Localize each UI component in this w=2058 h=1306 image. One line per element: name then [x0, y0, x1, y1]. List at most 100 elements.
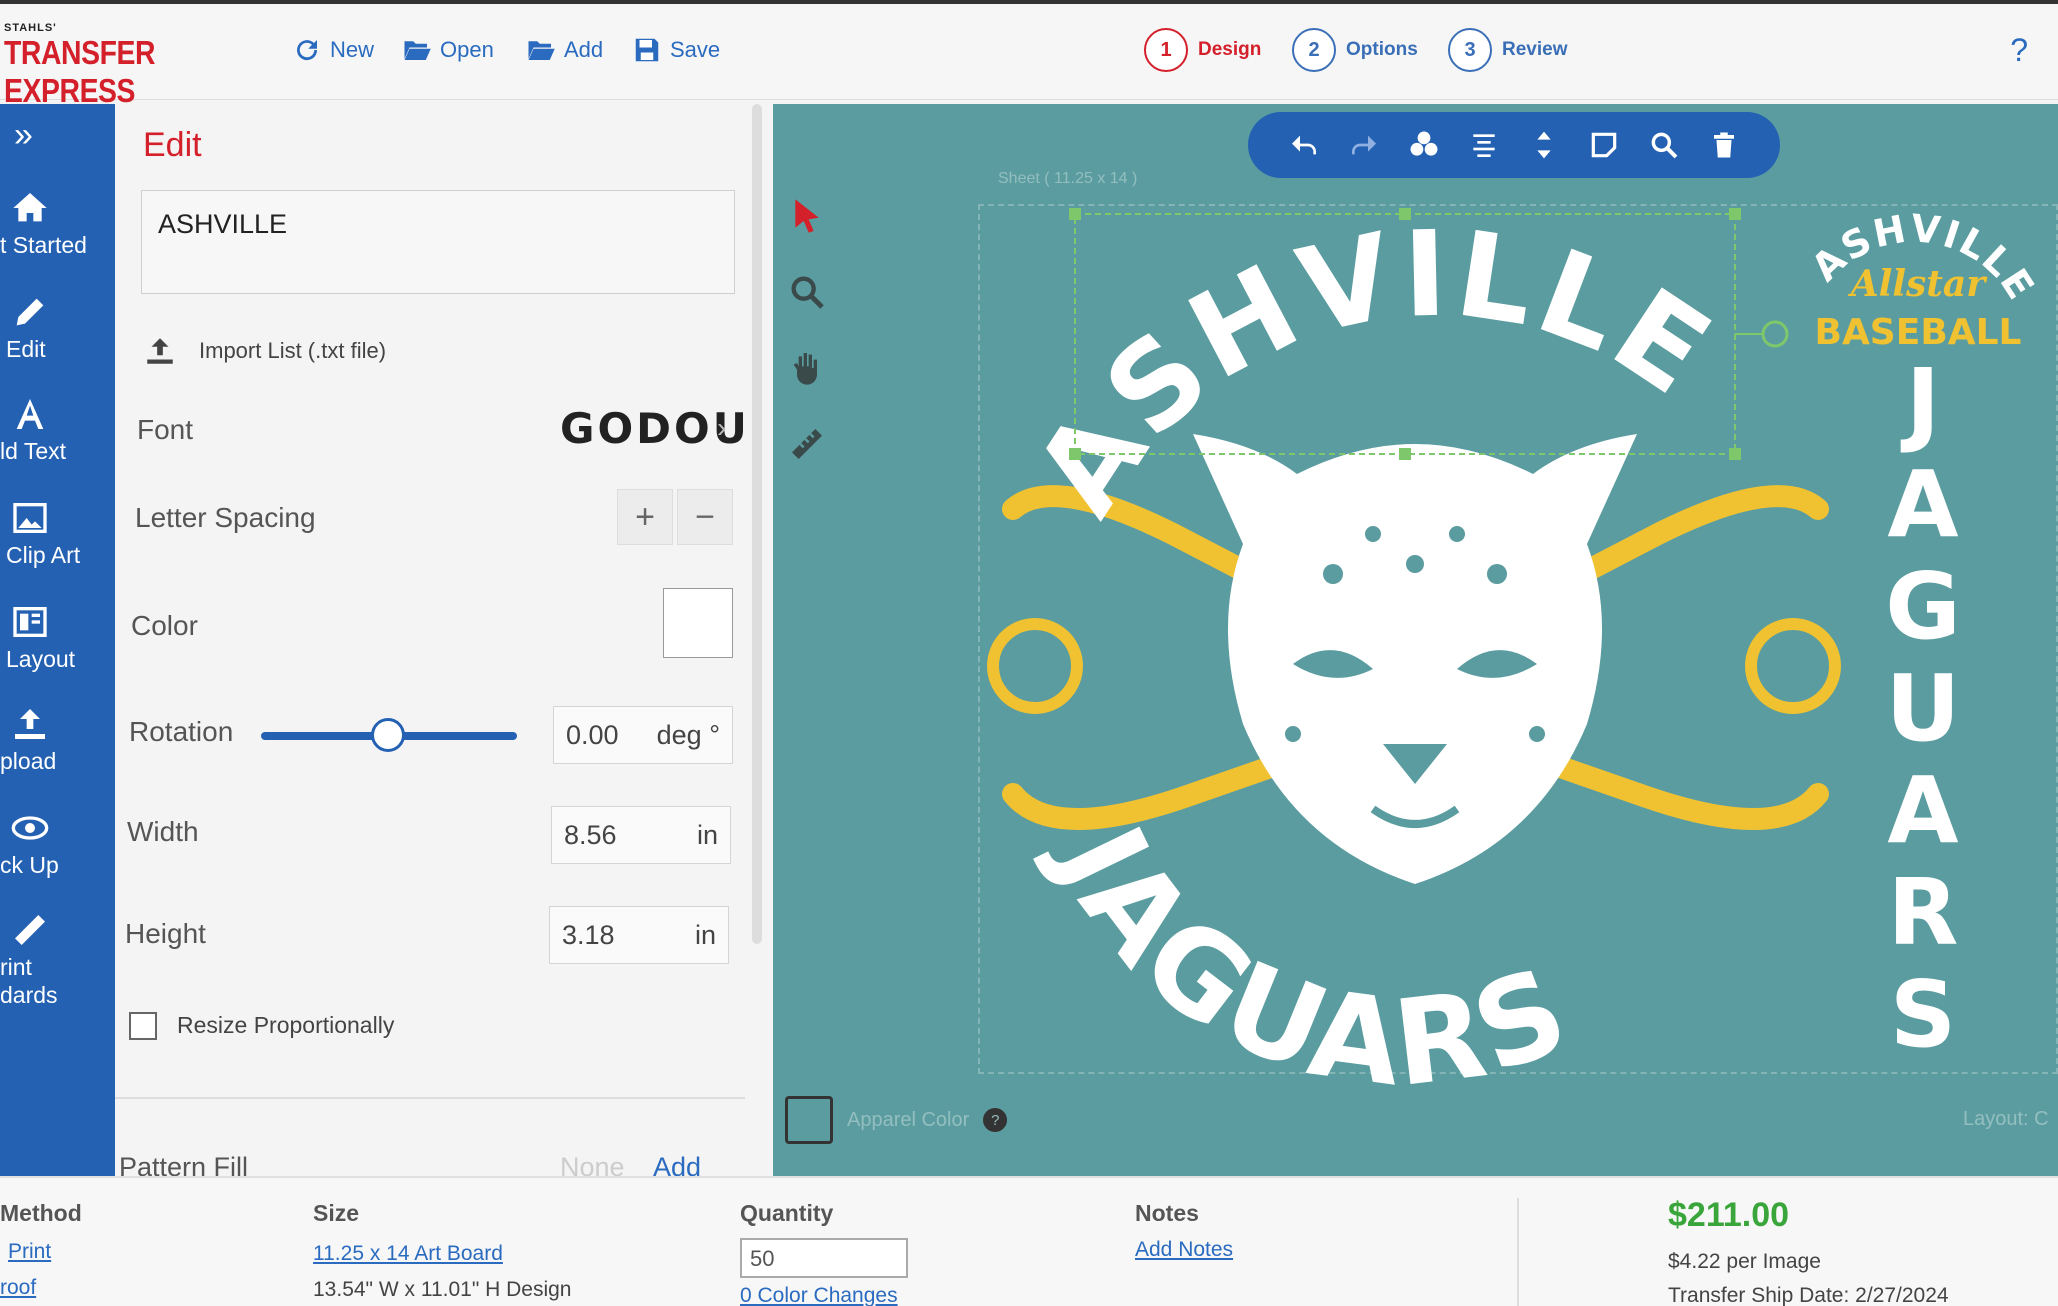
add-notes-link[interactable]: Add Notes [1135, 1238, 1233, 1262]
save-label: Save [670, 37, 721, 62]
color-changes-link[interactable]: 0 Color Changes [740, 1284, 898, 1306]
proof-link[interactable]: roof [0, 1276, 36, 1300]
color-swatch[interactable] [663, 588, 733, 658]
nav-item-label: t Started [0, 232, 87, 258]
step-number: 3 [1448, 28, 1492, 72]
step-label: Options [1346, 39, 1418, 60]
jaguar-head [1193, 434, 1637, 884]
baseball-right [1745, 618, 1841, 714]
nav-item-label: Layout [6, 646, 76, 672]
new-label: New [330, 37, 375, 62]
side-letter: U [1886, 655, 1961, 762]
resize-proportionally-checkbox[interactable] [129, 1012, 157, 1040]
upload-icon [15, 709, 45, 739]
design-canvas[interactable]: Sheet ( 11.25 x 14 ) ASHVILLE JAGUARS AS… [773, 104, 2058, 1176]
height-field[interactable]: 3.18 in [549, 906, 729, 964]
panel-scrollbar[interactable] [752, 104, 762, 944]
font-label: Font [137, 414, 194, 445]
logo-main-text: TRANSFER EXPRESS [4, 34, 219, 113]
nav-item-clip-art[interactable]: Clip Art [0, 484, 115, 584]
top-bar: STAHLS' TRANSFER EXPRESS New Open Add Sa… [0, 0, 2058, 113]
letter-spacing-minus-button[interactable]: − [677, 489, 733, 545]
nav-item-label: Edit [6, 336, 46, 362]
side-letter: A [1887, 757, 1958, 864]
nav-item-upload[interactable]: pload [0, 690, 115, 790]
logo[interactable]: STAHLS' TRANSFER EXPRESS [4, 22, 254, 113]
refresh-icon [297, 40, 318, 61]
letter-spacing-plus-button[interactable]: + [617, 489, 673, 545]
step-label: Design [1198, 39, 1262, 60]
layout-label: Layout: C [1963, 1108, 2049, 1130]
nav-item-label: rint [0, 954, 32, 980]
ship-date: Transfer Ship Date: 2/27/2024 [1668, 1284, 1949, 1306]
floppy-disk-icon [635, 38, 659, 62]
side-vertical-text: J A G U A R S [1885, 349, 1961, 1068]
nav-item-layout[interactable]: Layout [0, 588, 115, 688]
per-image-price: $4.22 per Image [1668, 1250, 1821, 1273]
side-letter: G [1885, 553, 1961, 660]
apparel-color-control: Apparel Color ? [785, 1096, 1008, 1144]
step-label: Review [1502, 39, 1568, 60]
rotation-unit: deg ° [656, 719, 720, 750]
layout-icon [13, 607, 47, 637]
size-header: Size [313, 1200, 360, 1226]
pencil-icon [16, 298, 44, 326]
step-options[interactable]: 2 Options [1292, 28, 1418, 72]
rotation-label: Rotation [129, 716, 234, 747]
new-button[interactable]: New [292, 32, 374, 68]
width-field[interactable]: 8.56 in [551, 806, 731, 864]
quantity-header: Quantity [740, 1200, 834, 1226]
save-button[interactable]: Save [632, 32, 720, 68]
nav-item-mock-up[interactable]: ck Up [0, 794, 115, 894]
apparel-color-swatch[interactable] [785, 1096, 833, 1144]
nav-item-edit[interactable]: Edit [0, 278, 115, 378]
side-letter: A [1887, 451, 1958, 558]
divider [1517, 1198, 1519, 1306]
design-artwork[interactable]: ASHVILLE JAGUARS ASHVILLE Allstar BASEBA… [773, 104, 2058, 1176]
folder-open-icon [404, 41, 431, 60]
app-window: STAHLS' TRANSFER EXPRESS New Open Add Sa… [0, 0, 2058, 1306]
baseball-left [987, 618, 1083, 714]
quantity-input[interactable]: 50 [740, 1238, 908, 1278]
rotation-value: 0.00 [566, 719, 619, 750]
side-sub-text: BASEBALL [1815, 312, 2022, 353]
add-label: Add [564, 37, 604, 62]
width-value: 8.56 [564, 819, 617, 850]
height-unit: in [694, 919, 716, 950]
size-link[interactable]: 11.25 x 14 Art Board [313, 1242, 503, 1266]
info-icon[interactable]: ? [983, 1108, 1008, 1132]
open-button[interactable]: Open [402, 32, 494, 68]
step-review[interactable]: 3 Review [1448, 28, 1567, 72]
nav-item-print-standards[interactable]: rint dards [0, 896, 115, 1026]
left-nav: » t Started Edit ld Text Clip Art Layout… [0, 104, 115, 1176]
import-list-button[interactable]: Import List (.txt file) [143, 334, 386, 368]
rotate-handle[interactable] [1761, 320, 1789, 348]
help-button[interactable]: ? [2010, 32, 2028, 69]
rotation-field[interactable]: 0.00 deg ° [553, 706, 733, 764]
arc-text-bottom[interactable]: JAGUARS [1029, 800, 1588, 1113]
method-link[interactable]: Print [8, 1240, 51, 1264]
open-label: Open [440, 37, 494, 62]
nav-item-add-text[interactable]: ld Text [0, 380, 115, 480]
height-label: Height [125, 918, 206, 949]
add-button[interactable]: Add [526, 32, 603, 68]
expand-nav-icon[interactable]: » [14, 116, 33, 155]
panel-title: Edit [143, 126, 202, 164]
step-design[interactable]: 1 Design [1144, 28, 1261, 72]
resize-proportionally-label: Resize Proportionally [177, 1012, 395, 1038]
step-number: 2 [1292, 28, 1336, 72]
import-label: Import List (.txt file) [199, 338, 387, 363]
ruler-icon [15, 915, 45, 945]
text-input[interactable]: ASHVILLE [141, 190, 735, 294]
eye-icon [11, 816, 49, 840]
width-unit: in [696, 819, 718, 850]
nav-item-label: Clip Art [6, 542, 81, 568]
nav-item-get-started[interactable]: t Started [0, 174, 115, 274]
color-label: Color [131, 610, 198, 641]
rotation-slider-handle[interactable] [371, 718, 405, 752]
width-label: Width [127, 816, 199, 847]
total-price: $211.00 [1668, 1196, 1790, 1234]
folder-add-icon [528, 41, 555, 60]
nav-item-label: dards [0, 982, 58, 1008]
size-detail: 13.54" W x 11.01" H Design [313, 1278, 572, 1301]
